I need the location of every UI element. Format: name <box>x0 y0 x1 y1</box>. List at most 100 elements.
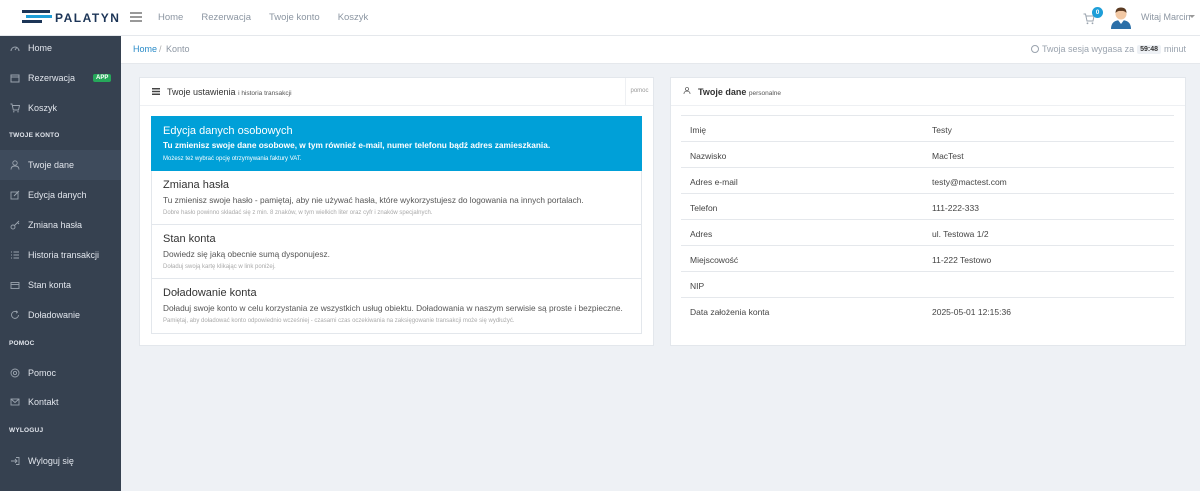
row-label: Telefon <box>690 203 718 213</box>
settings-title-text: Twoje ustawienia <box>167 87 236 97</box>
sidebar-item-doladowanie[interactable]: Doładowanie <box>0 300 121 330</box>
user-greeting[interactable]: Witaj Marcin <box>1141 12 1191 22</box>
option-title: Stan konta <box>163 233 216 245</box>
sidebar-item-label: Pomoc <box>28 368 57 378</box>
session-time-badge: 59:48 <box>1137 44 1161 54</box>
option-description: Tu zmienisz swoje dane osobowe, w tym ró… <box>163 140 551 150</box>
sidebar-item-home[interactable]: Home <box>0 33 121 63</box>
option-note: Doładuj swoją kartę klikając w link poni… <box>163 264 276 270</box>
sidebar-item-pomoc[interactable]: Pomoc <box>0 358 121 388</box>
sidebar-item-label: Zmiana hasła <box>28 220 83 230</box>
topnav-home[interactable]: Home <box>158 12 183 23</box>
menu-toggle-button[interactable] <box>130 12 142 22</box>
table-row: Adres e-mail testy@mactest.com <box>681 167 1174 193</box>
table-row: Data założenia konta 2025-05-01 12:15:36 <box>681 297 1174 323</box>
row-value: 11-222 Testowo <box>932 255 992 265</box>
personal-panel-title: Twoje dane personalne <box>698 87 781 97</box>
app-badge: APP <box>93 74 112 82</box>
sidebar-item-twoje-dane[interactable]: Twoje dane <box>0 150 121 180</box>
topnav-twoje-konto[interactable]: Twoje konto <box>269 12 320 23</box>
help-link[interactable]: pomoc <box>625 78 653 105</box>
option-zmiana-hasla[interactable]: Zmiana hasła Tu zmienisz swoje hasło - p… <box>151 171 642 225</box>
option-description: Tu zmienisz swoje hasło - pamiętaj, aby … <box>163 195 584 205</box>
sidebar-item-koszyk[interactable]: Koszyk <box>0 93 121 123</box>
breadcrumb-current: Konto <box>166 44 190 54</box>
sidebar-item-label: Historia transakcji <box>28 250 100 260</box>
option-note: Pamiętaj, aby doładować konto odpowiedni… <box>163 318 515 324</box>
option-doladowanie-konta[interactable]: Doładowanie konta Doładuj swoje konto w … <box>151 279 642 334</box>
dashboard-icon <box>10 46 20 52</box>
top-bar: PALATYN Home Rezerwacja Twoje konto Kosz… <box>0 0 1200 36</box>
sidebar-item-label: Kontakt <box>28 397 59 407</box>
sidebar-item-stan-konta[interactable]: Stan konta <box>0 270 121 300</box>
sidebar-item-label: Doładowanie <box>28 310 81 320</box>
breadcrumb-home-link[interactable]: Home <box>133 44 157 54</box>
sidebar-item-label: Edycja danych <box>28 190 87 200</box>
logo-text: PALATYN <box>55 11 121 25</box>
sidebar-item-zmiana-hasla[interactable]: Zmiana hasła <box>0 210 121 240</box>
row-value: 2025-05-01 12:15:36 <box>932 307 1011 317</box>
user-avatar-icon <box>1111 7 1131 29</box>
settings-panel-header: Twoje ustawienia i historia transakcji p… <box>140 78 653 106</box>
sidebar-section-account: TWOJE KONTO <box>9 132 60 139</box>
row-label: Adres <box>690 229 713 239</box>
settings-icon <box>152 88 160 95</box>
user-icon <box>683 87 691 94</box>
logout-icon <box>11 457 20 465</box>
lifebuoy-icon <box>10 368 20 378</box>
cart-button[interactable]: 0 <box>1083 7 1103 26</box>
option-note: Możesz też wybrać opcję otrzymywania fak… <box>163 156 302 162</box>
row-value: MacTest <box>932 151 964 161</box>
table-row: Nazwisko MacTest <box>681 141 1174 167</box>
personal-panel-header: Twoje dane personalne <box>671 78 1185 106</box>
breadcrumb-bar: Home / Konto Twoja sesja wygasa za 59:48… <box>121 36 1200 64</box>
cart-count-badge: 0 <box>1092 7 1103 18</box>
option-title: Zmiana hasła <box>163 179 230 191</box>
row-value: Testy <box>932 125 952 135</box>
sidebar-item-label: Koszyk <box>28 103 58 113</box>
sidebar-item-label: Stan konta <box>28 280 72 290</box>
sidebar-item-label: Wyloguj się <box>28 456 74 466</box>
option-edycja-danych[interactable]: Edycja danych osobowych Tu zmienisz swoj… <box>151 116 642 171</box>
calendar-icon <box>10 74 20 83</box>
clock-icon <box>1031 45 1040 53</box>
breadcrumb-separator: / <box>159 44 162 54</box>
edit-icon <box>10 190 20 200</box>
sidebar-item-rezerwacja[interactable]: Rezerwacja APP <box>0 63 121 93</box>
table-row: NIP <box>681 271 1174 297</box>
session-timer: Twoja sesja wygasa za 59:48 minut <box>1031 44 1186 54</box>
option-description: Dowiedz się jaką obecnie sumą dysponujes… <box>163 249 330 259</box>
row-value: ul. Testowa 1/2 <box>932 229 989 239</box>
top-nav: Home Rezerwacja Twoje konto Koszyk <box>158 12 368 23</box>
personal-title-text: Twoje dane <box>698 87 747 97</box>
option-stan-konta[interactable]: Stan konta Dowiedz się jaką obecnie sumą… <box>151 225 642 279</box>
topnav-rezerwacja[interactable]: Rezerwacja <box>201 12 251 23</box>
key-icon <box>10 220 20 230</box>
sidebar-item-label: Twoje dane <box>28 160 75 170</box>
chevron-down-icon[interactable] <box>1189 15 1195 18</box>
sidebar-item-wyloguj[interactable]: Wyloguj się <box>0 446 121 476</box>
sidebar-item-edycja-danych[interactable]: Edycja danych <box>0 180 121 210</box>
sidebar-item-historia-transakcji[interactable]: Historia transakcji <box>0 240 121 270</box>
session-suffix: minut <box>1163 44 1186 54</box>
table-row: Miejscowość 11-222 Testowo <box>681 245 1174 271</box>
settings-subtitle-text: i historia transakcji <box>238 90 292 97</box>
row-value: 111-222-333 <box>932 203 979 213</box>
option-note: Dobre hasło powinno składać się z min. 8… <box>163 210 433 216</box>
sidebar-item-label: Rezerwacja <box>28 73 76 83</box>
row-label: Miejscowość <box>690 255 739 265</box>
row-label: NIP <box>690 281 705 291</box>
table-row: Adres ul. Testowa 1/2 <box>681 219 1174 245</box>
logo[interactable]: PALATYN <box>22 8 122 28</box>
avatar[interactable] <box>1110 5 1132 29</box>
topnav-koszyk[interactable]: Koszyk <box>338 12 369 23</box>
row-label: Nazwisko <box>690 151 727 161</box>
wallet-icon <box>10 282 20 289</box>
sidebar: Home Rezerwacja APP Koszyk TWOJE KONTO T… <box>0 36 121 491</box>
sidebar-section-help: POMOC <box>9 340 35 347</box>
row-label: Adres e-mail <box>690 177 738 187</box>
sidebar-item-kontakt[interactable]: Kontakt <box>0 387 121 417</box>
option-description: Doładuj swoje konto w celu korzystania z… <box>163 303 623 313</box>
session-prefix: Twoja sesja wygasa za <box>1042 44 1135 54</box>
logo-mark-icon <box>22 10 52 23</box>
